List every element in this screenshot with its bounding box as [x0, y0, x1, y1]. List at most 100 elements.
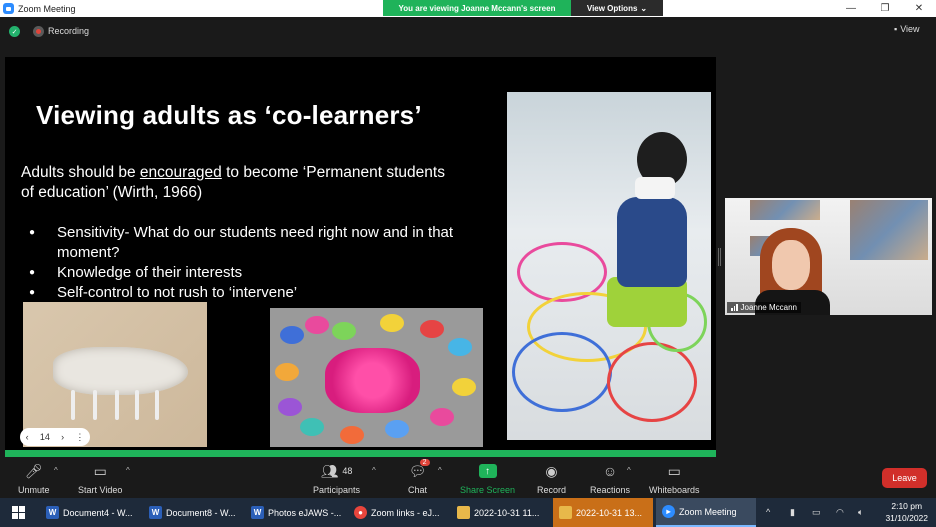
taskbar-item-label: Document8 - W...	[166, 507, 236, 518]
start-video-label: Start Video	[78, 485, 123, 495]
slide-pager[interactable]: ‹ 14 › ⋮	[20, 428, 90, 446]
leave-button[interactable]: Leave	[882, 468, 927, 488]
slide-bullet-list: Sensitivity- What do our students need r…	[29, 223, 489, 303]
shield-icon[interactable]: ✓	[9, 26, 20, 37]
reactions-options-caret[interactable]: ^	[627, 466, 631, 475]
participants-button[interactable]: 👥︎ 48 Participants	[313, 462, 361, 496]
record-label: Record	[537, 485, 567, 495]
whiteboards-label: Whiteboards	[649, 485, 700, 495]
recording-icon	[33, 26, 44, 37]
chat-options-caret[interactable]: ^	[438, 466, 442, 475]
start-button[interactable]	[0, 498, 36, 527]
taskbar-item-label: 2022-10-31 11...	[474, 507, 540, 518]
video-options-caret[interactable]: ^	[126, 466, 130, 475]
previous-icon[interactable]: ‹	[26, 432, 29, 442]
next-icon[interactable]: ›	[61, 432, 64, 442]
unmute-button[interactable]: 🎤︎ Unmute	[18, 462, 50, 496]
viewing-banner: You are viewing Joanne Mccann's screen	[383, 0, 571, 16]
meeting-top-bar	[0, 17, 936, 46]
easter-eggs-photo	[270, 308, 483, 447]
zoom-icon: ▸	[662, 505, 675, 518]
taskbar-item-photos[interactable]: W Photos eJAWS -...	[245, 498, 345, 527]
slide-body-pre: Adults should be	[21, 164, 140, 181]
view-button[interactable]: ▪ View	[894, 24, 920, 34]
child-playing-photo	[507, 92, 711, 440]
unmute-label: Unmute	[18, 485, 50, 495]
close-button[interactable]: ✕	[902, 0, 936, 17]
system-clock[interactable]: 2:10 pm 31/10/2022	[885, 500, 928, 524]
meeting-toolbar: 🎤︎ Unmute ^ ▭ Start Video ^ 👥︎ 48 Partici…	[0, 458, 936, 498]
window-title: Zoom Meeting	[18, 3, 76, 14]
chat-badge: 2	[419, 459, 430, 466]
participants-label: Participants	[313, 485, 361, 495]
slide-body-text: Adults should be encouraged to become ‘P…	[21, 163, 461, 203]
zoom-app-icon	[3, 3, 14, 14]
taskbar-item-label: Zoom links - eJ...	[371, 507, 440, 518]
share-screen-icon: ↑	[478, 464, 497, 478]
chat-icon: 💬︎ 2	[409, 459, 430, 480]
shared-screen: Viewing adults as ‘co-learners’ Adults s…	[5, 57, 716, 457]
view-options-button[interactable]: View Options ⌄	[571, 0, 663, 16]
slide-body-underlined: encouraged	[139, 164, 222, 181]
chat-button[interactable]: 💬︎ 2 Chat	[408, 459, 430, 495]
restore-icon: ❐	[880, 3, 890, 14]
taskbar-item-zoom-meeting[interactable]: ▸ Zoom Meeting	[656, 498, 756, 527]
clock-time: 2:10 pm	[891, 501, 923, 511]
windows-logo-icon	[11, 506, 25, 519]
view-label: View	[900, 24, 920, 34]
slide-bullet: Self-control to not rush to ‘intervene’	[29, 283, 489, 303]
chrome-icon: ●	[354, 506, 367, 519]
clock-date: 31/10/2022	[885, 513, 928, 523]
word-icon: W	[46, 506, 59, 519]
video-off-icon: ▭	[93, 462, 107, 479]
folder-icon	[559, 506, 572, 519]
wifi-icon[interactable]: ◠	[836, 507, 844, 518]
recording-label: Recording	[48, 26, 90, 36]
taskbar-item-folder-13[interactable]: 2022-10-31 13...	[553, 498, 653, 527]
volume-icon[interactable]: 🔈︎	[858, 507, 863, 518]
show-hidden-icons-chevron-icon[interactable]: ^	[766, 507, 770, 517]
taskbar-item-document8[interactable]: W Document8 - W...	[143, 498, 243, 527]
resize-handle[interactable]	[718, 248, 721, 266]
minimize-icon: —	[846, 3, 856, 14]
microphone-muted-icon: 🎤︎	[24, 462, 43, 479]
whiteboards-button[interactable]: ▭ Whiteboards	[649, 462, 700, 496]
start-video-button[interactable]: ▭ Start Video	[78, 462, 123, 496]
participants-icon: 👥︎ 48	[320, 462, 353, 479]
audio-options-caret[interactable]: ^	[54, 466, 58, 475]
whiteboard-icon: ▭	[667, 462, 681, 479]
slide-bullet: Knowledge of their interests	[29, 263, 489, 283]
record-button[interactable]: ◉ Record	[537, 462, 567, 496]
view-layout-icon: ▪	[894, 24, 898, 34]
restore-button[interactable]: ❐	[868, 0, 902, 17]
share-border-bar	[5, 450, 716, 457]
view-options-label: View Options	[586, 3, 638, 13]
word-icon: W	[251, 506, 264, 519]
participants-options-caret[interactable]: ^	[372, 466, 376, 475]
usb-icon[interactable]: ▮	[790, 507, 795, 518]
folder-icon	[457, 506, 470, 519]
chat-label: Chat	[408, 485, 428, 495]
taskbar-item-label: Document4 - W...	[63, 507, 133, 518]
taskbar-item-label: 2022-10-31 13...	[576, 507, 643, 518]
reactions-label: Reactions	[590, 485, 631, 495]
more-options-icon[interactable]: ⋮	[75, 432, 84, 443]
taskbar-item-zoom-links[interactable]: ● Zoom links - eJ...	[348, 498, 448, 527]
battery-icon[interactable]: ▭	[812, 507, 821, 518]
close-icon: ✕	[914, 3, 924, 14]
smiley-icon: ☺	[602, 463, 618, 479]
share-screen-button[interactable]: ↑ Share Screen	[460, 462, 515, 495]
word-icon: W	[149, 506, 162, 519]
participants-count: 48	[342, 466, 353, 476]
taskbar-item-document4[interactable]: W Document4 - W...	[40, 498, 140, 527]
participant-name-tag: Joanne Mccann	[727, 302, 801, 313]
share-screen-label: Share Screen	[460, 485, 516, 495]
reactions-button[interactable]: ☺ Reactions	[590, 462, 630, 495]
minimize-button[interactable]: —	[834, 0, 868, 17]
signal-icon	[731, 304, 738, 311]
slide-title: Viewing adults as ‘co-learners’	[36, 100, 422, 130]
taskbar-item-folder-11[interactable]: 2022-10-31 11...	[451, 498, 551, 527]
paint-art-photo	[23, 302, 207, 447]
taskbar-item-label: Zoom Meeting	[679, 506, 737, 517]
participant-video-tile[interactable]: Joanne Mccann	[725, 198, 932, 315]
